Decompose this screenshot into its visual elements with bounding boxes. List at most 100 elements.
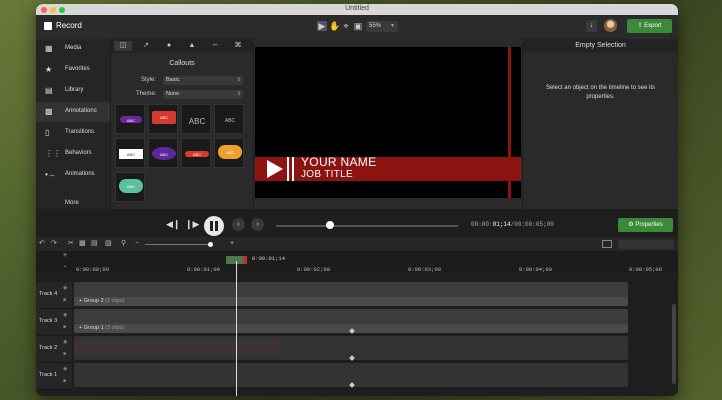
style-select[interactable]: Basic ⇕ — [163, 76, 243, 85]
track-header-2[interactable]: Track 2 ◉ ■ — [36, 336, 72, 363]
sidebar-item-library[interactable]: ▤ Library — [36, 81, 110, 101]
group-count: (3 clips) — [105, 325, 125, 331]
avatar[interactable] — [604, 19, 617, 32]
fit-tool-icon[interactable]: ▣ — [353, 21, 363, 31]
record-button[interactable]: Record — [56, 21, 82, 30]
properties-panel: Empty Selection Select an object on the … — [523, 39, 678, 209]
export-button[interactable]: ⇧ Export — [627, 19, 672, 33]
callout-tile-purple-oval[interactable]: ABC — [148, 138, 178, 168]
video-canvas[interactable]: YOUR NAME JOB TITLE — [255, 47, 521, 198]
tab-keystroke[interactable]: ⌘ — [229, 41, 247, 51]
track-label: Track 1 — [39, 372, 58, 378]
split-icon[interactable]: ▨ — [105, 239, 112, 249]
sidebar-item-animations[interactable]: •→ Animations — [36, 165, 110, 185]
paste-icon[interactable]: ▤ — [91, 239, 98, 249]
theme-label: Theme: — [136, 91, 157, 97]
faint-clip[interactable] — [74, 340, 279, 354]
download-icon[interactable]: ↓ — [586, 20, 597, 32]
playback-controls: ◀❙ ❙▶ ‹ › 00:00:01;14/00:00:05;00 ⚙ Prop… — [36, 209, 678, 237]
sidebar-item-label: Transitions — [65, 129, 95, 135]
more-button[interactable]: More — [65, 200, 79, 206]
visibility-icon[interactable]: ◉ — [63, 367, 68, 372]
select-tool-icon[interactable]: ▶ — [317, 21, 327, 31]
callout-tile-text-small[interactable]: ABC — [214, 104, 244, 134]
title-bar: Untitled — [36, 4, 678, 15]
zoom-search-icon[interactable]: ⚲ — [121, 239, 126, 249]
window-title: Untitled — [345, 5, 369, 12]
timeline-scrollbar[interactable] — [672, 304, 676, 384]
tab-blur[interactable]: ▲ — [183, 41, 201, 51]
tab-arrows[interactable]: ↗ — [137, 41, 155, 51]
add-track-icon[interactable]: + — [63, 251, 67, 261]
sidebar-item-label: Media — [65, 45, 82, 51]
callout-tile-orange-cloud[interactable]: ABC — [214, 138, 244, 168]
redo-icon[interactable]: ↷ — [51, 239, 57, 249]
playhead-out-marker[interactable] — [243, 256, 247, 264]
tab-sketch[interactable]: ∽ — [206, 41, 224, 51]
sidebar-item-behaviors[interactable]: ⋮⋮ Behaviors — [36, 144, 110, 164]
library-icon: ▤ — [45, 86, 53, 95]
zoom-out-icon[interactable]: − — [135, 239, 139, 249]
callout-tile-red-arrow[interactable]: ABC — [181, 138, 211, 168]
group-name: Group 1 — [83, 325, 104, 331]
scrubber-handle[interactable] — [326, 221, 334, 229]
lower-third-bar — [255, 157, 521, 181]
callout-tile-purple-arrow[interactable]: ABC — [115, 104, 145, 134]
sidebar-item-transitions[interactable]: ▯ Transitions — [36, 123, 110, 143]
group-count: (2 clips) — [105, 298, 125, 304]
detach-icon[interactable] — [602, 240, 612, 248]
playhead-line[interactable] — [236, 261, 237, 396]
callout-tile-teal-cloud[interactable]: ABC — [115, 172, 145, 202]
visibility-icon[interactable]: ◉ — [63, 313, 68, 318]
track-header-3[interactable]: Track 3 ◉ ■ — [36, 309, 72, 336]
step-back-icon[interactable]: ◀❙ — [166, 217, 180, 231]
play-icon — [267, 160, 283, 178]
timeline-search[interactable] — [618, 240, 674, 249]
tick-label: 0:00:00;00 — [76, 266, 110, 273]
track-header-1[interactable]: Track 1 ◉ ■ — [36, 363, 72, 390]
collapse-tracks-icon[interactable]: ⌄ — [63, 261, 67, 271]
theme-select[interactable]: None ⇕ — [163, 90, 243, 99]
step-forward-icon[interactable]: ❙▶ — [185, 217, 199, 231]
timecode: 00:00:01;14/00:00:05;00 — [471, 221, 554, 228]
record-icon[interactable] — [44, 22, 52, 30]
zoom-in-icon[interactable]: + — [230, 239, 234, 249]
divider-line — [287, 157, 289, 181]
sidebar-item-label: Annotations — [65, 108, 97, 114]
lock-icon[interactable]: ■ — [63, 325, 68, 330]
group-2-bar[interactable] — [74, 297, 628, 306]
callout-tile-red-speech[interactable]: ABC — [148, 104, 178, 134]
chevron-down-icon: ▼ — [390, 23, 395, 29]
next-marker-icon[interactable]: › — [251, 218, 264, 231]
tab-shapes[interactable]: ● — [160, 41, 178, 51]
visibility-icon[interactable]: ◉ — [63, 340, 68, 345]
visibility-icon[interactable]: ◉ — [63, 286, 68, 291]
sidebar-item-favorites[interactable]: ★ Favorites — [36, 60, 110, 80]
timeline-zoom-handle[interactable] — [208, 242, 213, 247]
sidebar-item-annotations[interactable]: ▩ Annotations — [36, 102, 110, 122]
lock-icon[interactable]: ■ — [63, 379, 68, 384]
copy-icon[interactable]: ▩ — [79, 239, 86, 249]
crop-tool-icon[interactable]: ⌖ — [341, 21, 351, 31]
properties-header: Empty Selection — [523, 39, 678, 53]
hand-tool-icon[interactable]: ✋ — [329, 21, 340, 31]
tab-callouts[interactable]: ◫ — [114, 41, 132, 51]
lock-icon[interactable]: ■ — [63, 352, 68, 357]
lock-icon[interactable]: ■ — [63, 298, 68, 303]
tile-text: ABC — [225, 150, 235, 155]
undo-icon[interactable]: ↶ — [39, 239, 45, 249]
track-header-4[interactable]: Track 4 ◉ ■ — [36, 282, 72, 309]
previous-marker-icon[interactable]: ‹ — [232, 218, 245, 231]
zoom-select[interactable]: 55% ▼ — [366, 21, 398, 32]
timeline-toolbar: ↶ ↷ ✂ ▩ ▤ ▨ ⚲ − + — [36, 237, 678, 251]
pause-button[interactable] — [204, 216, 224, 236]
sidebar-item-media[interactable]: ▦ Media — [36, 39, 110, 59]
timeline-zoom-slider[interactable] — [145, 244, 211, 245]
callout-tile-text-large[interactable]: ABC — [181, 104, 211, 134]
time-ruler[interactable]: + ⌄ 0:00:00;00 0:00:01;00 0:00:02;00 0:0… — [36, 251, 678, 274]
scrubber-track[interactable] — [276, 225, 458, 227]
properties-button[interactable]: ⚙ Properties — [618, 218, 673, 232]
callout-tile-white-box[interactable]: ABC — [115, 138, 145, 168]
cut-icon[interactable]: ✂ — [68, 239, 74, 249]
animations-icon: •→ — [45, 170, 56, 179]
